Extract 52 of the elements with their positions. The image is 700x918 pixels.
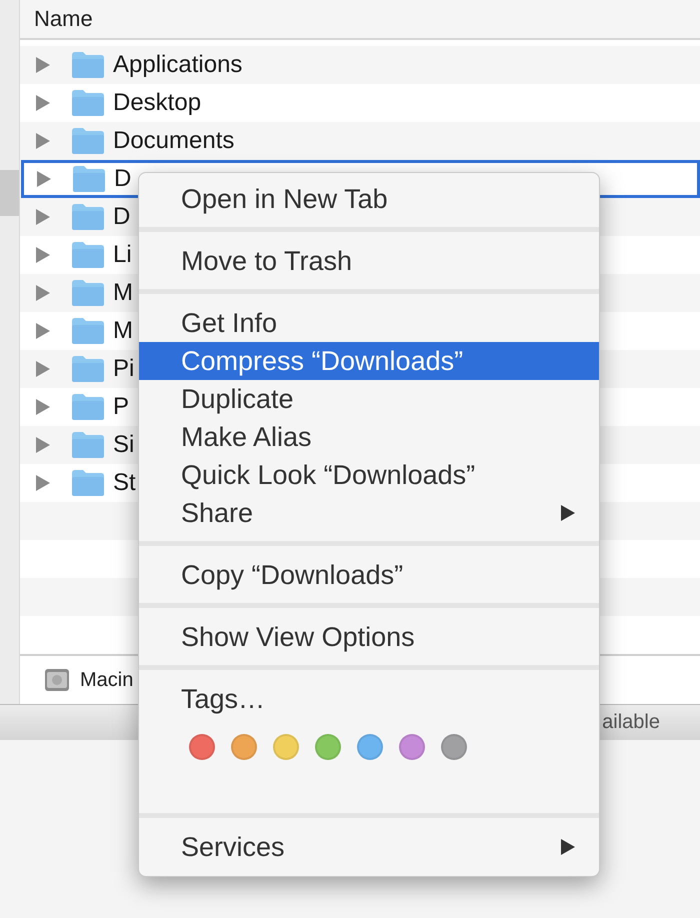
submenu-arrow-icon (561, 839, 575, 855)
disclosure-triangle-icon[interactable] (36, 95, 50, 111)
folder-icon (72, 128, 104, 154)
menu-item[interactable]: Get Info (139, 304, 599, 342)
tag-color-dot[interactable] (231, 734, 257, 760)
path-label[interactable]: Macin (80, 668, 134, 692)
file-row[interactable]: Documents (20, 122, 700, 160)
menu-item[interactable]: Make Alias (139, 418, 599, 456)
tag-color-dot[interactable] (441, 734, 467, 760)
folder-icon (72, 394, 104, 420)
tag-color-dot[interactable] (399, 734, 425, 760)
disclosure-triangle-icon[interactable] (36, 399, 50, 415)
folder-icon (72, 470, 104, 496)
file-row[interactable]: Applications (20, 46, 700, 84)
disclosure-triangle-icon[interactable] (36, 323, 50, 339)
folder-icon (72, 204, 104, 230)
menu-item[interactable]: Show View Options (139, 618, 599, 656)
menu-item[interactable]: Copy “Downloads” (139, 556, 599, 594)
folder-icon (72, 280, 104, 306)
disclosure-triangle-icon[interactable] (36, 57, 50, 73)
folder-icon (72, 242, 104, 268)
folder-icon (73, 166, 105, 192)
menu-item[interactable]: Services (139, 828, 599, 866)
folder-icon (72, 52, 104, 78)
sidebar-selection (0, 170, 19, 216)
tags-menu-item[interactable]: Tags… (139, 680, 599, 718)
disclosure-triangle-icon[interactable] (36, 209, 50, 225)
disclosure-triangle-icon[interactable] (37, 171, 51, 187)
menu-item[interactable]: Share (139, 494, 599, 532)
status-text: ailable (602, 711, 660, 734)
folder-icon (72, 432, 104, 458)
folder-icon (72, 318, 104, 344)
tag-color-dot[interactable] (315, 734, 341, 760)
tag-color-dot[interactable] (189, 734, 215, 760)
menu-item[interactable]: Duplicate (139, 380, 599, 418)
disclosure-triangle-icon[interactable] (36, 133, 50, 149)
submenu-arrow-icon (561, 505, 575, 521)
tag-color-dot[interactable] (357, 734, 383, 760)
folder-icon (72, 90, 104, 116)
disclosure-triangle-icon[interactable] (36, 475, 50, 491)
disclosure-triangle-icon[interactable] (36, 361, 50, 377)
menu-item[interactable]: Move to Trash (139, 242, 599, 280)
disclosure-triangle-icon[interactable] (36, 247, 50, 263)
menu-item[interactable]: Open in New Tab (139, 180, 599, 218)
menu-item[interactable]: Compress “Downloads” (139, 342, 599, 380)
hard-drive-icon (44, 667, 70, 693)
menu-item[interactable]: Quick Look “Downloads” (139, 456, 599, 494)
disclosure-triangle-icon[interactable] (36, 437, 50, 453)
folder-icon (72, 356, 104, 382)
column-header[interactable]: Name (20, 0, 700, 40)
tag-color-dot[interactable] (273, 734, 299, 760)
disclosure-triangle-icon[interactable] (36, 285, 50, 301)
